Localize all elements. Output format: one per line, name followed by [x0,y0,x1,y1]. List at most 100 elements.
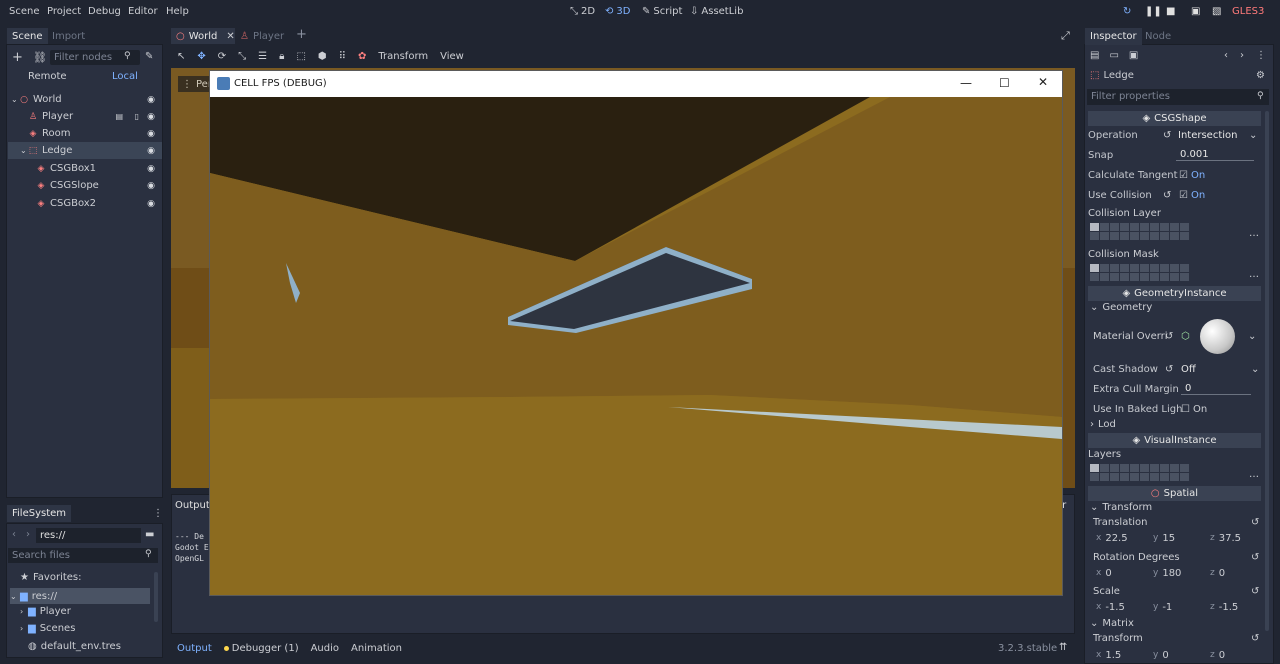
operation-select[interactable]: Intersection [1178,130,1238,141]
extra-cull-input[interactable]: 0 [1181,383,1251,395]
translation-x-field[interactable]: x 22.5 [1096,531,1152,545]
play-custom-icon[interactable]: ▧ [1212,6,1221,17]
mode-2d-button[interactable]: ⤡ 2D [570,6,595,17]
game-window-titlebar[interactable] [210,71,1062,97]
revert-icon[interactable]: ↺ [1163,130,1171,141]
renderer-label[interactable]: GLES3 [1232,6,1264,17]
tree-item-csgbox2[interactable]: ◈ CSGBox2 ◉ [8,195,162,212]
tab-inspector[interactable]: Inspector [1085,28,1142,45]
revert-icon[interactable]: ↺ [1251,552,1259,563]
script-attach-icon[interactable]: ✎ [145,51,153,62]
rotation-x-field[interactable]: x0 [1096,566,1152,580]
matrix-y-field[interactable]: y0 [1153,648,1209,662]
material-preview-sphere[interactable] [1200,319,1235,354]
layers-grid[interactable] [1090,464,1193,483]
minimize-icon[interactable]: — [960,76,972,90]
tab-audio[interactable]: Audio [311,643,339,654]
visibility-eye-icon[interactable]: ◉ [147,95,155,105]
collision-mask-grid[interactable] [1090,264,1193,283]
subsection-geometry[interactable]: ⌄ Geometry [1090,302,1152,313]
mode-assetlib-button[interactable]: ⇩ AssetLib [690,6,743,17]
collision-layer-grid[interactable] [1090,223,1193,242]
back-icon[interactable]: ‹ [12,529,16,540]
save-resource-icon[interactable]: ▣ [1129,50,1138,61]
object-properties-icon[interactable]: ⚙ [1256,70,1265,81]
favorites-item[interactable]: ★ Favorites: [20,572,82,583]
translation-z-field[interactable]: z 37.5 [1210,531,1266,545]
tree-item-room[interactable]: ◈ Room ◉ [8,125,162,142]
transform-menu[interactable]: Transform [378,51,428,62]
tab-world[interactable]: ○ World ✕ [171,28,235,44]
rotation-y-field[interactable]: y 180 [1153,566,1209,580]
section-geometry-instance[interactable]: ◈ GeometryInstance [1088,286,1261,301]
visibility-eye-icon[interactable]: ◉ [147,164,155,174]
inspector-scrollbar[interactable] [1265,111,1269,631]
snap-icon[interactable]: ⠿ [339,51,346,62]
forward-icon[interactable]: › [26,529,30,540]
subsection-transform[interactable]: ⌄ Transform [1090,502,1152,513]
matrix-z-field[interactable]: z0 [1210,648,1266,662]
tab-animation[interactable]: Animation [351,643,402,654]
tab-node[interactable]: Node [1140,28,1176,45]
matrix-x-field[interactable]: x 1.5 [1096,648,1152,662]
more-icon[interactable]: … [1249,469,1259,480]
search-files-input[interactable]: Search files [8,548,158,563]
revert-icon[interactable]: ↺ [1251,586,1259,597]
tab-output[interactable]: Output [177,643,212,654]
section-csgshape[interactable]: ◈ CSGShape [1088,111,1261,126]
revert-icon[interactable]: ↺ [1165,331,1173,342]
remote-button[interactable]: Remote [28,71,67,82]
visibility-eye-icon[interactable]: ◉ [147,112,155,122]
menu-debug[interactable]: Debug [88,6,121,17]
lock-icon[interactable]: 🔒︎ [279,51,284,62]
maximize-icon[interactable]: ☐ [999,76,1010,90]
tree-item-csgslope[interactable]: ◈ CSGSlope ◉ [8,177,162,194]
more-icon[interactable]: … [1249,269,1259,280]
filesystem-scrollbar[interactable] [154,572,158,622]
visibility-eye-icon[interactable]: ◉ [147,146,155,156]
tree-item-player[interactable]: ♙ Player ▤ ▯ ◉ [8,108,162,125]
game-window[interactable]: CELL FPS (DEBUG) — ☐ ✕ [209,70,1063,596]
tree-item-world[interactable]: ⌄ ○ World ◉ [8,91,162,108]
select-tool-icon[interactable]: ↖ [177,51,185,62]
history-back-icon[interactable]: ‹ [1224,50,1228,61]
scale-x-field[interactable]: x -1.5 [1096,600,1152,614]
revert-icon[interactable]: ↺ [1251,517,1259,528]
rotate-tool-icon[interactable]: ⟳ [218,51,226,62]
close-icon[interactable]: ✕ [226,31,234,42]
file-item-default-env[interactable]: ◍ default_env.tres [28,641,121,652]
file-item-player[interactable]: › ▆ Player [20,606,71,617]
move-tool-icon[interactable]: ✥ [197,51,205,62]
list-select-icon[interactable]: ☰ [258,51,267,62]
section-visual-instance[interactable]: ◈ VisualInstance [1088,433,1261,448]
tab-scene[interactable]: Scene [7,28,48,44]
section-spatial[interactable]: ○ Spatial [1088,486,1261,501]
revert-icon[interactable]: ↺ [1163,190,1171,201]
filter-properties-input[interactable]: Filter properties [1087,89,1269,105]
tab-import[interactable]: Import [47,28,90,45]
group-icon[interactable]: ⬚ [296,51,305,62]
tree-item-ledge[interactable]: ⌄ ⬚ Ledge ◉ [8,142,162,159]
pause-icon[interactable]: ❚❚ [1145,6,1162,17]
checkbox-unchecked-icon[interactable]: ☐ [1181,404,1190,415]
view-menu[interactable]: View [440,51,464,62]
cast-shadow-select[interactable]: Off [1181,364,1196,375]
dock-menu-icon[interactable]: ⋮ [153,508,163,519]
chevron-down-icon[interactable]: ⌄ [1248,331,1256,342]
mode-3d-button[interactable]: ⟲ 3D [605,6,630,17]
visibility-eye-icon[interactable]: ◉ [147,129,155,139]
checkbox-checked-icon[interactable]: ☑ [1179,190,1188,201]
scale-z-field[interactable]: z -1.5 [1210,600,1266,614]
sun-preview-icon[interactable]: ✿ [358,51,366,62]
checkbox-checked-icon[interactable]: ☑ [1179,170,1188,181]
file-item-scenes[interactable]: › ▆ Scenes [20,623,75,634]
pin-bottom-panel-icon[interactable]: ⇈ [1059,642,1067,653]
menu-scene[interactable]: Scene [9,6,40,17]
visibility-eye-icon[interactable]: ◉ [147,199,155,209]
mode-script-button[interactable]: ✎ Script [642,6,682,17]
file-item-res[interactable]: ⌄ ▆ res:// [10,588,150,604]
scale-tool-icon[interactable]: ⤡ [238,51,246,62]
split-view-icon[interactable]: ▬ [145,529,154,540]
scale-y-field[interactable]: y -1 [1153,600,1209,614]
play-scene-icon[interactable]: ▣ [1191,6,1200,17]
